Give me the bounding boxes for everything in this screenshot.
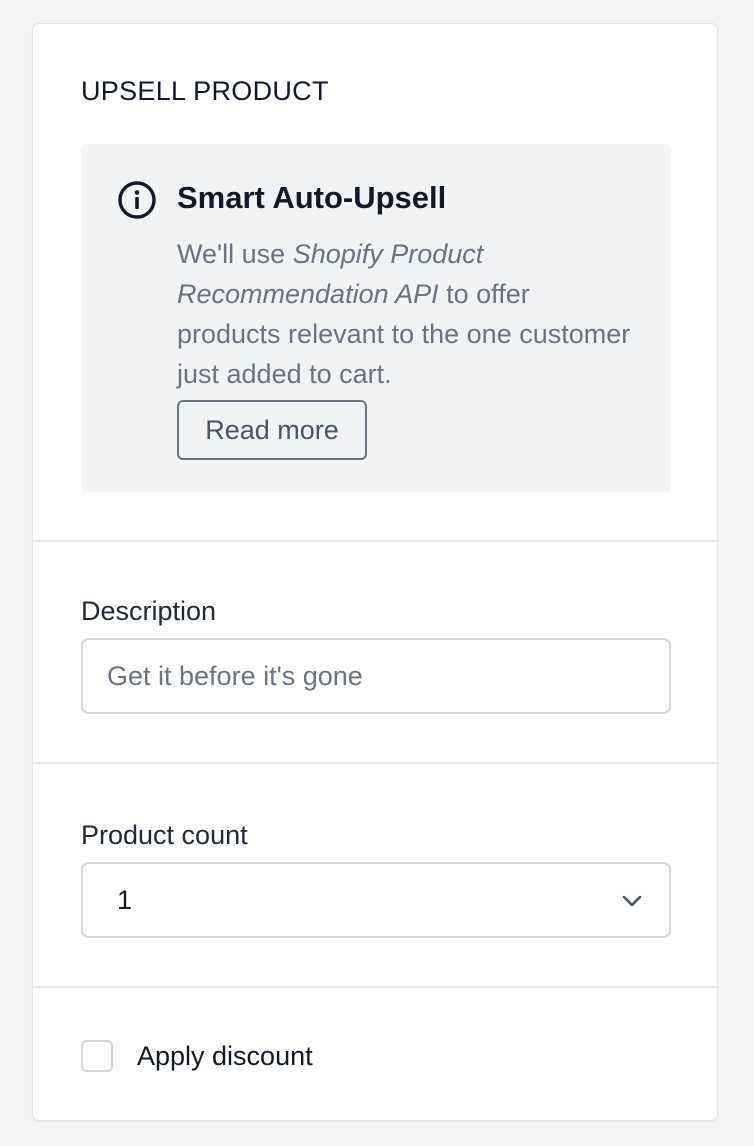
info-text-before: We'll use bbox=[177, 239, 293, 269]
upsell-settings-card: UPSELL PRODUCT Smart Auto-Upsell We'll u… bbox=[32, 23, 718, 1121]
read-more-button[interactable]: Read more bbox=[177, 400, 367, 460]
smart-upsell-info-box: Smart Auto-Upsell We'll use Shopify Prod… bbox=[81, 144, 671, 492]
apply-discount-checkbox[interactable] bbox=[81, 1040, 113, 1072]
description-input[interactable] bbox=[81, 638, 671, 714]
info-icon bbox=[117, 180, 157, 220]
section-divider bbox=[33, 540, 717, 542]
description-label: Description bbox=[81, 596, 217, 626]
product-count-value: 1 bbox=[117, 885, 133, 915]
chevron-down-icon bbox=[621, 890, 643, 912]
info-title: Smart Auto-Upsell bbox=[177, 180, 447, 215]
section-divider bbox=[33, 986, 717, 988]
section-heading: UPSELL PRODUCT bbox=[81, 76, 329, 106]
product-count-select[interactable]: 1 bbox=[81, 862, 671, 938]
apply-discount-label[interactable]: Apply discount bbox=[137, 1041, 313, 1072]
product-count-label: Product count bbox=[81, 820, 248, 850]
info-description: We'll use Shopify Product Recommendation… bbox=[177, 234, 637, 394]
section-divider bbox=[33, 762, 717, 764]
